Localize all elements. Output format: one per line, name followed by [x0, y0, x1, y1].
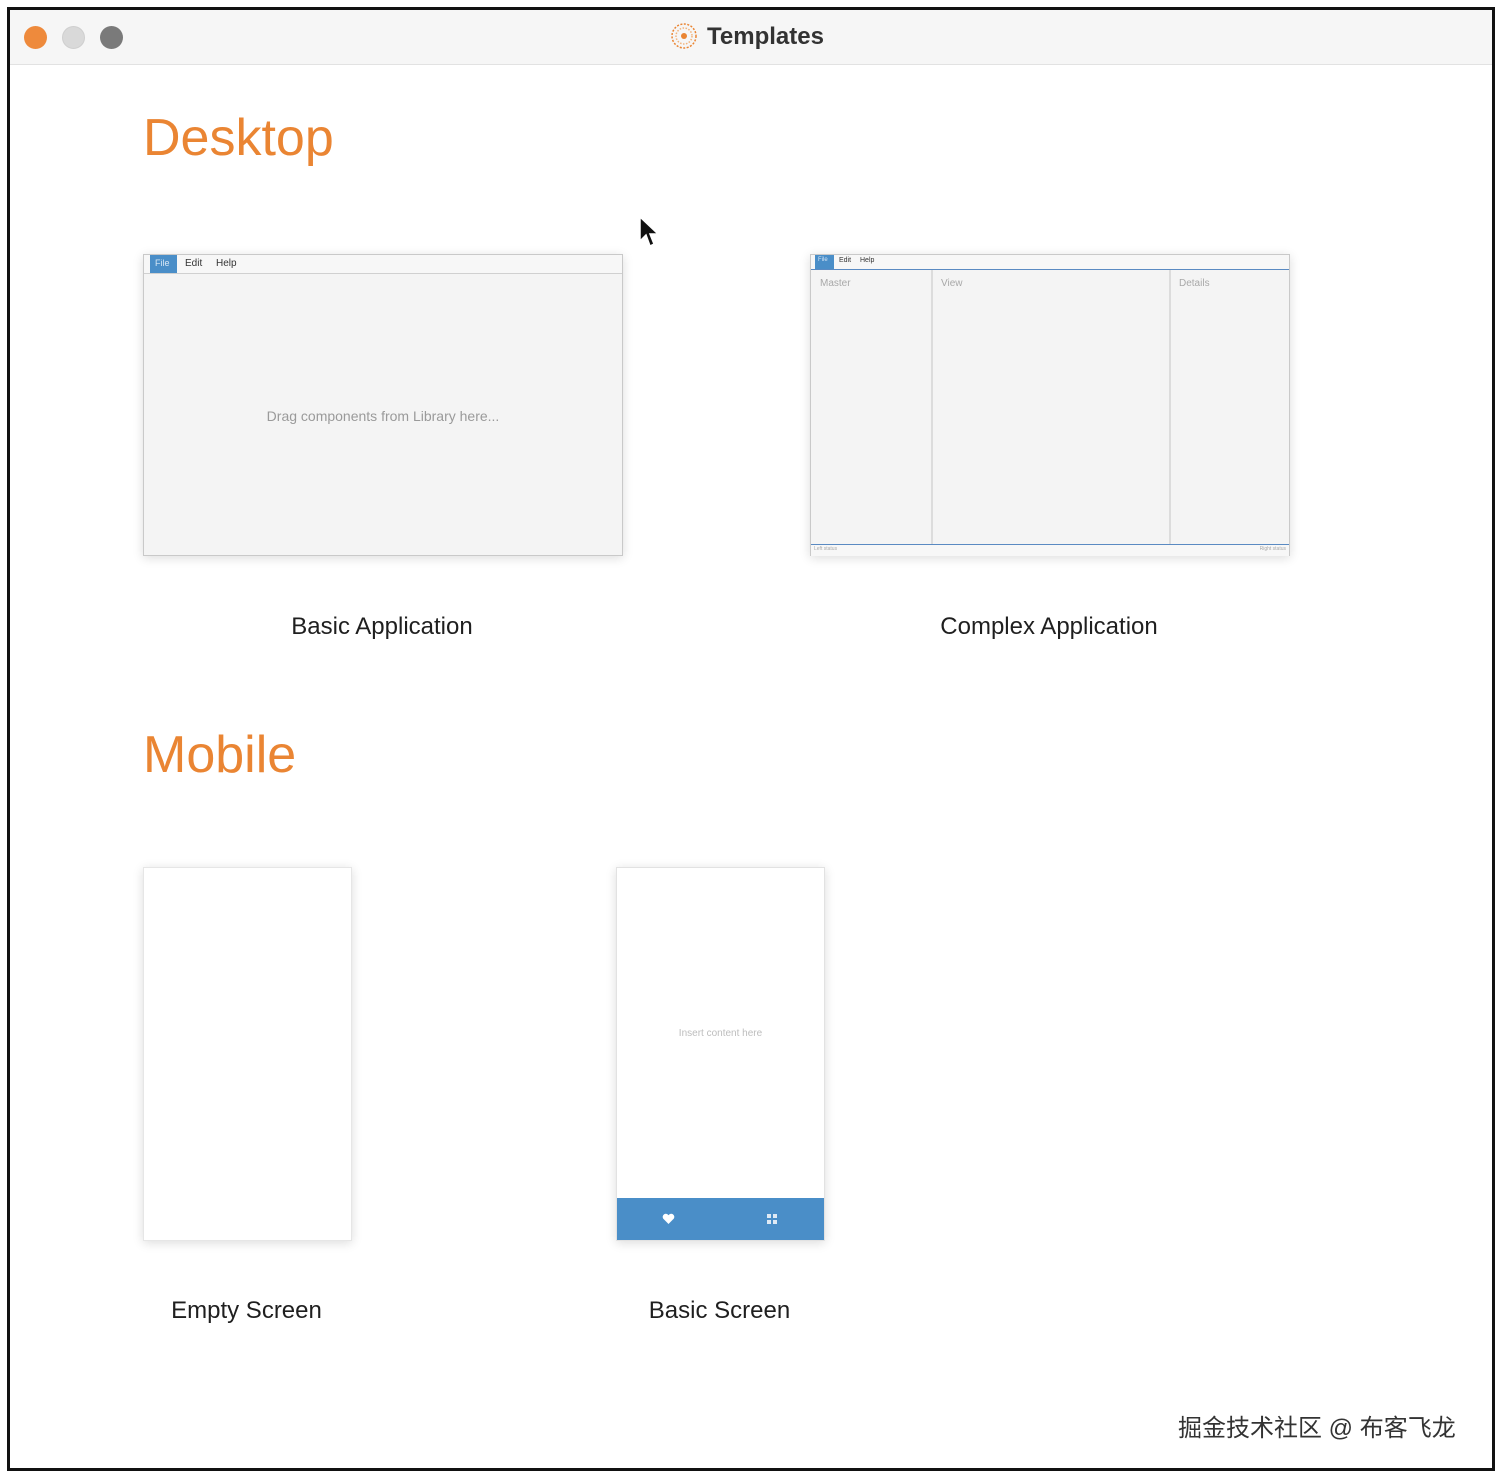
preview-pane-master: Master: [811, 270, 933, 544]
template-label-basic-screen[interactable]: Basic Screen: [576, 1297, 863, 1325]
preview-menu-edit: Edit: [839, 257, 852, 264]
watermark-text: 掘金技术社区 @ 布客飞龙: [1178, 1415, 1456, 1442]
preview-menu-help: Help: [860, 257, 875, 264]
sunburst-logo-icon: [671, 23, 697, 49]
templates-window: Templates Desktop File Edit Help Drag co…: [7, 7, 1495, 1471]
preview-placeholder: Insert content here: [678, 1028, 763, 1039]
zoom-button[interactable]: [100, 26, 123, 49]
template-card-empty-screen[interactable]: [143, 867, 352, 1241]
template-label-empty-screen[interactable]: Empty Screen: [103, 1297, 390, 1325]
section-title-mobile: Mobile: [143, 726, 297, 784]
preview-status-bar: Left status Right status: [811, 544, 1289, 556]
preview-pane-view: View: [933, 270, 1171, 544]
minimize-button[interactable]: [62, 26, 85, 49]
template-label-complex-application[interactable]: Complex Application: [810, 613, 1288, 641]
preview-menu-edit: Edit: [185, 258, 203, 269]
preview-menu-bar: File Edit Help: [811, 255, 1289, 270]
preview-menu-help: Help: [216, 258, 237, 269]
grid-icon: [767, 1214, 777, 1224]
template-card-basic-application[interactable]: File Edit Help Drag components from Libr…: [143, 254, 623, 556]
title-bar: Templates: [10, 10, 1492, 65]
section-title-desktop: Desktop: [143, 109, 334, 167]
preview-menu-file: File: [815, 255, 834, 269]
template-card-basic-screen[interactable]: Insert content here: [616, 867, 825, 1241]
preview-pane-details: Details: [1179, 278, 1210, 289]
preview-menu-bar: File Edit Help: [144, 255, 622, 274]
preview-tab-bar: [617, 1198, 824, 1240]
template-card-complex-application[interactable]: File Edit Help Master View Details Left …: [810, 254, 1290, 556]
preview-placeholder: Drag components from Library here...: [266, 408, 500, 424]
window-title: Templates: [707, 23, 824, 50]
mouse-pointer-icon: [639, 215, 660, 248]
close-button[interactable]: [24, 26, 47, 49]
preview-menu-file: File: [150, 255, 177, 273]
template-label-basic-application[interactable]: Basic Application: [143, 613, 621, 641]
heart-icon: [662, 1213, 675, 1224]
